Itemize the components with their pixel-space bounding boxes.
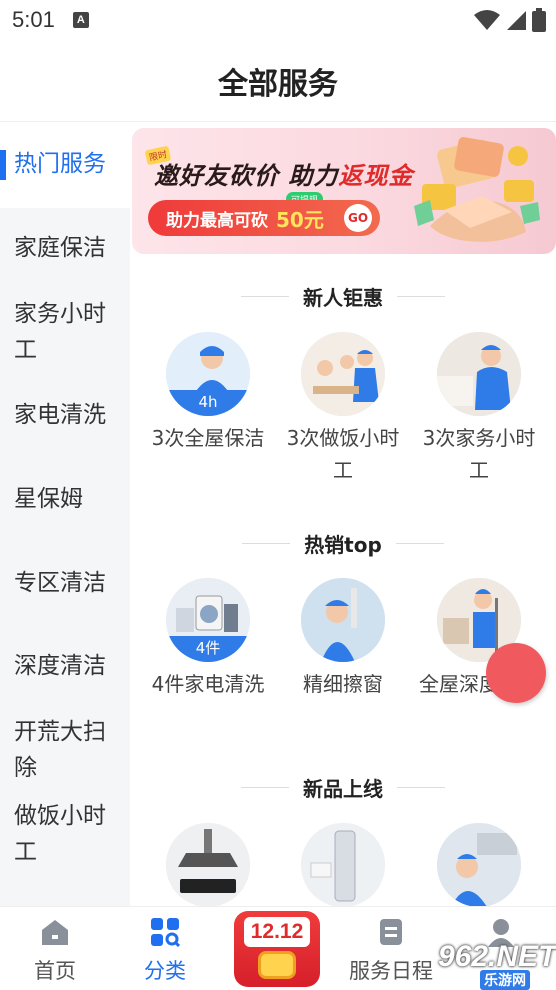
sidebar-item-label: 家电清洗	[14, 402, 106, 428]
handshake-icon	[414, 137, 540, 242]
sidebar-item-hot-services[interactable]: 热门服务	[0, 122, 130, 208]
service-label: 精细擦窗	[303, 672, 383, 696]
home-icon	[42, 920, 68, 945]
category-icon	[151, 918, 181, 948]
status-time: 5:01	[12, 7, 55, 32]
nav-label: 首页	[34, 959, 76, 983]
duration-badge: 4h	[166, 390, 250, 416]
sidebar-item-label: 深度清洁	[14, 653, 106, 679]
sidebar: 热门服务 家庭保洁 家务小时工 家电清洗 星保姆 专区清洁 深度清洁 开荒大扫除…	[0, 122, 130, 906]
section-title-text: 新人钜惠	[303, 286, 383, 310]
service-card[interactable]	[143, 823, 273, 906]
go-button[interactable]: GO	[344, 204, 372, 232]
divider	[241, 296, 289, 297]
appliances-photo: 4件	[166, 578, 250, 662]
service-card[interactable]: 精细擦窗	[278, 578, 408, 700]
active-indicator	[0, 150, 6, 180]
nav-item-home[interactable]: 首页	[0, 907, 110, 990]
count-badge: 4件	[166, 636, 250, 662]
section-title-new-products: 新品上线	[130, 773, 556, 802]
sidebar-item-label: 星保姆	[14, 486, 83, 512]
promo-label: 12.12	[244, 917, 310, 947]
sidebar-item-label: 做饭小时工	[14, 803, 106, 865]
sidebar-item-label: 热门服务	[14, 151, 106, 177]
housekeeper-photo	[437, 332, 521, 416]
section-title-new-user: 新人钜惠	[130, 282, 556, 311]
section-title-text: 热销top	[304, 533, 382, 557]
banner-pill[interactable]: 助力最高可砍 50元 GO	[148, 200, 380, 236]
service-card[interactable]	[278, 823, 408, 906]
banner-title-part1: 邀好友砍价 助力	[154, 162, 339, 190]
gift-icon	[258, 951, 296, 979]
service-card[interactable]: 3次家务小时工	[414, 332, 544, 486]
sidebar-item-appliance-cleaning[interactable]: 家电清洗	[0, 397, 130, 433]
window-cleaning-photo	[301, 578, 385, 662]
sidebar-item-hourly-housework[interactable]: 家务小时工	[0, 296, 118, 368]
notification-icon: A	[72, 12, 89, 28]
promo-banner[interactable]: 限时 邀好友砍价 助力返现金 可提现 助力最高可砍 50元 GO	[132, 128, 556, 254]
sidebar-item-move-in-cleaning[interactable]: 开荒大扫除	[0, 714, 118, 786]
floating-sticker[interactable]	[486, 643, 546, 703]
schedule-icon	[380, 919, 402, 945]
battery-icon	[532, 8, 546, 32]
family-dining-photo	[301, 332, 385, 416]
divider	[395, 543, 444, 544]
banner-pill-amount: 50元	[276, 207, 324, 232]
service-card[interactable]: 4h 3次全屋保洁	[143, 332, 273, 454]
service-label: 3次做饭小时工	[286, 426, 400, 482]
service-card[interactable]: 3次做饭小时工	[278, 332, 408, 486]
service-label: 4件家电清洗	[151, 672, 265, 696]
banner-title: 邀好友砍价 助力返现金	[154, 156, 413, 191]
sidebar-item-zone-cleaning[interactable]: 专区清洁	[0, 565, 130, 601]
air-conditioner-photo	[301, 823, 385, 906]
nav-item-category[interactable]: 分类	[110, 907, 220, 990]
main-content: 限时 邀好友砍价 助力返现金 可提现 助力最高可砍 50元 GO 新人钜惠	[130, 122, 556, 906]
signal-icon	[507, 11, 526, 30]
page-title: 全部服务	[218, 66, 338, 102]
banner-pill-text: 助力最高可砍	[166, 210, 268, 231]
sidebar-item-deep-cleaning[interactable]: 深度清洁	[0, 648, 130, 684]
range-hood-photo	[166, 823, 250, 906]
nav-label: 分类	[144, 959, 186, 983]
divider	[397, 787, 445, 788]
watermark-text: 962.NET	[438, 940, 556, 973]
section-title-text: 新品上线	[303, 777, 383, 801]
service-card[interactable]: 4件 4件家电清洗	[143, 578, 273, 700]
sidebar-item-label: 开荒大扫除	[14, 719, 106, 781]
ceiling-cleaning-photo	[437, 823, 521, 906]
status-bar: 5:01 A	[0, 0, 556, 40]
service-card[interactable]	[414, 823, 544, 906]
sidebar-item-home-cleaning[interactable]: 家庭保洁	[0, 230, 130, 266]
watermark: 962.NET 乐游网	[418, 938, 556, 990]
status-indicators	[474, 8, 546, 32]
sidebar-item-label: 专区清洁	[14, 570, 106, 596]
wifi-icon	[474, 10, 500, 30]
double-twelve-promo-button[interactable]: 12.12	[234, 911, 320, 987]
divider	[241, 787, 289, 788]
watermark-sub: 乐游网	[480, 970, 530, 990]
header: 全部服务	[0, 40, 556, 122]
section-title-best-sellers: 热销top	[130, 529, 556, 558]
divider	[242, 543, 291, 544]
service-label: 3次家务小时工	[422, 426, 536, 482]
sidebar-item-label: 家务小时工	[14, 301, 106, 363]
sidebar-item-nanny[interactable]: 星保姆	[0, 481, 130, 517]
service-label: 3次全屋保洁	[151, 426, 265, 450]
sidebar-item-label: 家庭保洁	[14, 235, 106, 261]
sidebar-item-hourly-cooking[interactable]: 做饭小时工	[0, 798, 118, 870]
divider	[397, 296, 445, 297]
cleaner-photo: 4h	[166, 332, 250, 416]
